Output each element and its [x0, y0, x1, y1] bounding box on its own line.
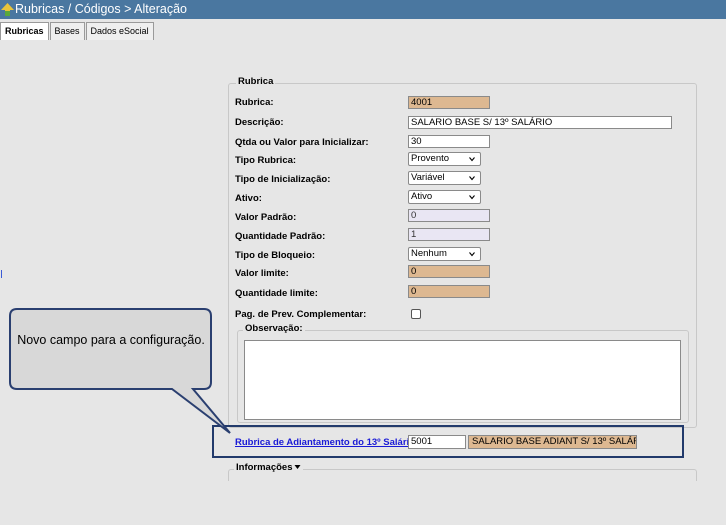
ativo-value: Ativo: [411, 191, 433, 202]
informacoes-toggle[interactable]: Informações: [234, 462, 303, 473]
rubrica-code-field: 4001: [408, 96, 490, 109]
rubrica-label: Rubrica:: [235, 97, 274, 108]
tipo-rubrica-select[interactable]: Provento: [408, 152, 481, 166]
tab-rubricas[interactable]: Rubricas: [0, 22, 49, 40]
observacao-textarea[interactable]: [244, 340, 681, 420]
tab-bases[interactable]: Bases: [49, 22, 85, 40]
callout-text: Novo campo para a configuração.: [17, 333, 205, 347]
valor-padrao-field: 0: [408, 209, 490, 222]
informacoes-legend: Informações: [236, 462, 293, 473]
tab-bar: Rubricas Bases Dados eSocial: [0, 22, 155, 40]
valor-padrao-label: Valor Padrão:: [235, 212, 297, 223]
caret-down-icon: [294, 465, 300, 470]
tipo-inicializacao-select[interactable]: Variável: [408, 171, 481, 185]
tipo-inicializacao-label: Tipo de Inicialização:: [235, 174, 331, 185]
adiantamento-link[interactable]: Rubrica de Adiantamento do 13º Salário:: [235, 437, 418, 448]
pag-prev-checkbox[interactable]: [411, 309, 421, 319]
tipo-rubrica-value: Provento: [411, 153, 450, 164]
chevron-down-icon: [469, 176, 475, 181]
valor-limite-label: Valor limite:: [235, 268, 289, 279]
ativo-select[interactable]: Ativo: [408, 190, 481, 204]
valor-limite-field: 0: [408, 265, 490, 278]
qtda-valor-label: Qtda ou Valor para Inicializar:: [235, 137, 369, 148]
tipo-rubrica-label: Tipo Rubrica:: [235, 155, 297, 166]
quantidade-limite-field: 0: [408, 285, 490, 298]
quantidade-padrao-field: 1: [408, 228, 490, 241]
tab-dados-esocial[interactable]: Dados eSocial: [85, 22, 154, 40]
descricao-input[interactable]: SALARIO BASE S/ 13º SALÁRIO: [408, 116, 672, 129]
tipo-bloqueio-select[interactable]: Nenhum: [408, 247, 481, 261]
ativo-label: Ativo:: [235, 193, 262, 204]
observacao-legend: Observação:: [243, 323, 305, 334]
rubrica-legend: Rubrica: [236, 76, 276, 87]
chevron-down-icon: [469, 252, 475, 257]
quantidade-limite-label: Quantidade limite:: [235, 288, 318, 299]
quantidade-padrao-label: Quantidade Padrão:: [235, 231, 326, 242]
adiantamento-description: SALARIO BASE ADIANT S/ 13º SALÁRI: [468, 435, 637, 449]
tipo-inicializacao-value: Variável: [411, 172, 445, 183]
descricao-label: Descrição:: [235, 117, 284, 128]
tipo-bloqueio-label: Tipo de Bloqueio:: [235, 250, 316, 261]
chevron-down-icon: [469, 157, 475, 162]
chevron-down-icon: [469, 195, 475, 200]
adiantamento-code-input[interactable]: 5001: [408, 435, 466, 449]
window-titlebar: Rubricas / Códigos > Alteração: [0, 0, 726, 19]
app-logo-icon: [1, 3, 14, 16]
pag-prev-label: Pag. de Prev. Complementar:: [235, 309, 367, 320]
qtda-valor-input[interactable]: 30: [408, 135, 490, 148]
window-title: Rubricas / Códigos > Alteração: [15, 2, 187, 16]
left-edge-marker: [1, 270, 2, 278]
tipo-bloqueio-value: Nenhum: [411, 248, 447, 259]
